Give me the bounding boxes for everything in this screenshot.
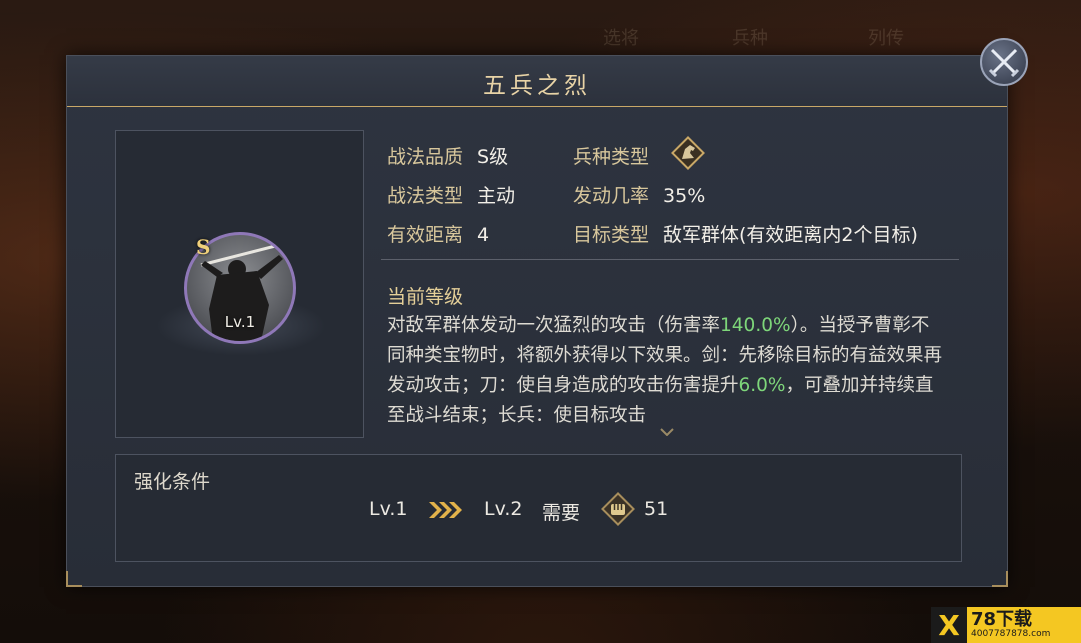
attr-trigger-rate: 发动几率 35% bbox=[573, 181, 705, 208]
crossed-swords-close-icon bbox=[988, 48, 1020, 78]
corner-ornament-right bbox=[992, 571, 1008, 587]
triple-arrow-icon bbox=[429, 502, 462, 518]
desc-damage-bonus: 6.0% bbox=[738, 375, 786, 396]
attr-skill-type: 战法类型 主动 bbox=[387, 181, 515, 208]
site-watermark: X 78下载 4007787878.com bbox=[931, 607, 1081, 643]
enhance-panel: 强化条件 bbox=[115, 454, 962, 562]
attr-quality-value: S级 bbox=[477, 146, 509, 168]
attr-quality: 战法品质 S级 bbox=[387, 142, 508, 169]
fist-token-icon bbox=[601, 492, 635, 526]
attr-range: 有效距离 4 bbox=[387, 220, 489, 247]
attr-range-label: 有效距离 bbox=[387, 224, 464, 246]
enhance-from-level: Lv.1 bbox=[369, 498, 408, 520]
watermark-sub-text: 4007787878.com bbox=[971, 629, 1051, 639]
corner-ornament-left bbox=[66, 571, 82, 587]
title-bar: 五兵之烈 bbox=[67, 56, 1007, 107]
desc-segment-1: 对敌军群体发动一次猛烈的攻击（伤害率 bbox=[387, 315, 721, 336]
skill-description[interactable]: 对敌军群体发动一次猛烈的攻击（伤害率140.0%）。当授予曹彰不同种类宝物时，将… bbox=[387, 311, 947, 435]
attr-skill-type-value: 主动 bbox=[477, 185, 516, 207]
enhance-to-level: Lv.2 bbox=[484, 498, 523, 520]
attr-troop-type: 兵种类型 bbox=[573, 142, 649, 169]
current-level-heading: 当前等级 bbox=[387, 286, 464, 308]
close-button[interactable] bbox=[980, 38, 1028, 86]
attributes-divider bbox=[381, 259, 959, 260]
watermark-logo-icon: X bbox=[931, 607, 967, 643]
attr-target-type-label: 目标类型 bbox=[573, 224, 650, 246]
enhance-title: 强化条件 bbox=[134, 471, 211, 493]
attr-target-type: 目标类型 敌军群体(有效距离内2个目标) bbox=[573, 220, 918, 247]
watermark-main-text: 78下载 bbox=[971, 609, 1033, 630]
skill-icon-panel: S Lv.1 bbox=[115, 130, 364, 438]
enhance-need-label: 需要 bbox=[542, 502, 581, 524]
attr-trigger-rate-value: 35% bbox=[663, 185, 706, 207]
background-tab-2: 兵种 bbox=[732, 28, 768, 49]
attr-skill-type-label: 战法类型 bbox=[387, 185, 464, 207]
attr-target-type-value: 敌军群体(有效距离内2个目标) bbox=[663, 224, 918, 246]
scroll-down-chevron-icon[interactable] bbox=[660, 428, 674, 436]
attr-troop-type-label: 兵种类型 bbox=[573, 146, 650, 168]
skill-grade-badge: S bbox=[196, 235, 211, 259]
horse-head-icon bbox=[671, 136, 705, 170]
skill-level-label: Lv.1 bbox=[224, 313, 256, 331]
skill-detail-dialog: 五兵之烈 S Lv.1 战法品质 S级 兵种类型 战法类型 主动 发动几率 35% bbox=[66, 55, 1008, 587]
enhance-cost: 51 bbox=[644, 498, 669, 520]
background-tab-1: 选将 bbox=[603, 28, 639, 49]
attr-quality-label: 战法品质 bbox=[387, 146, 464, 168]
background-tab-3: 列传 bbox=[868, 28, 904, 49]
attr-range-value: 4 bbox=[477, 224, 490, 246]
attr-trigger-rate-label: 发动几率 bbox=[573, 185, 650, 207]
dialog-title: 五兵之烈 bbox=[483, 73, 591, 99]
desc-damage-rate: 140.0% bbox=[720, 315, 791, 336]
